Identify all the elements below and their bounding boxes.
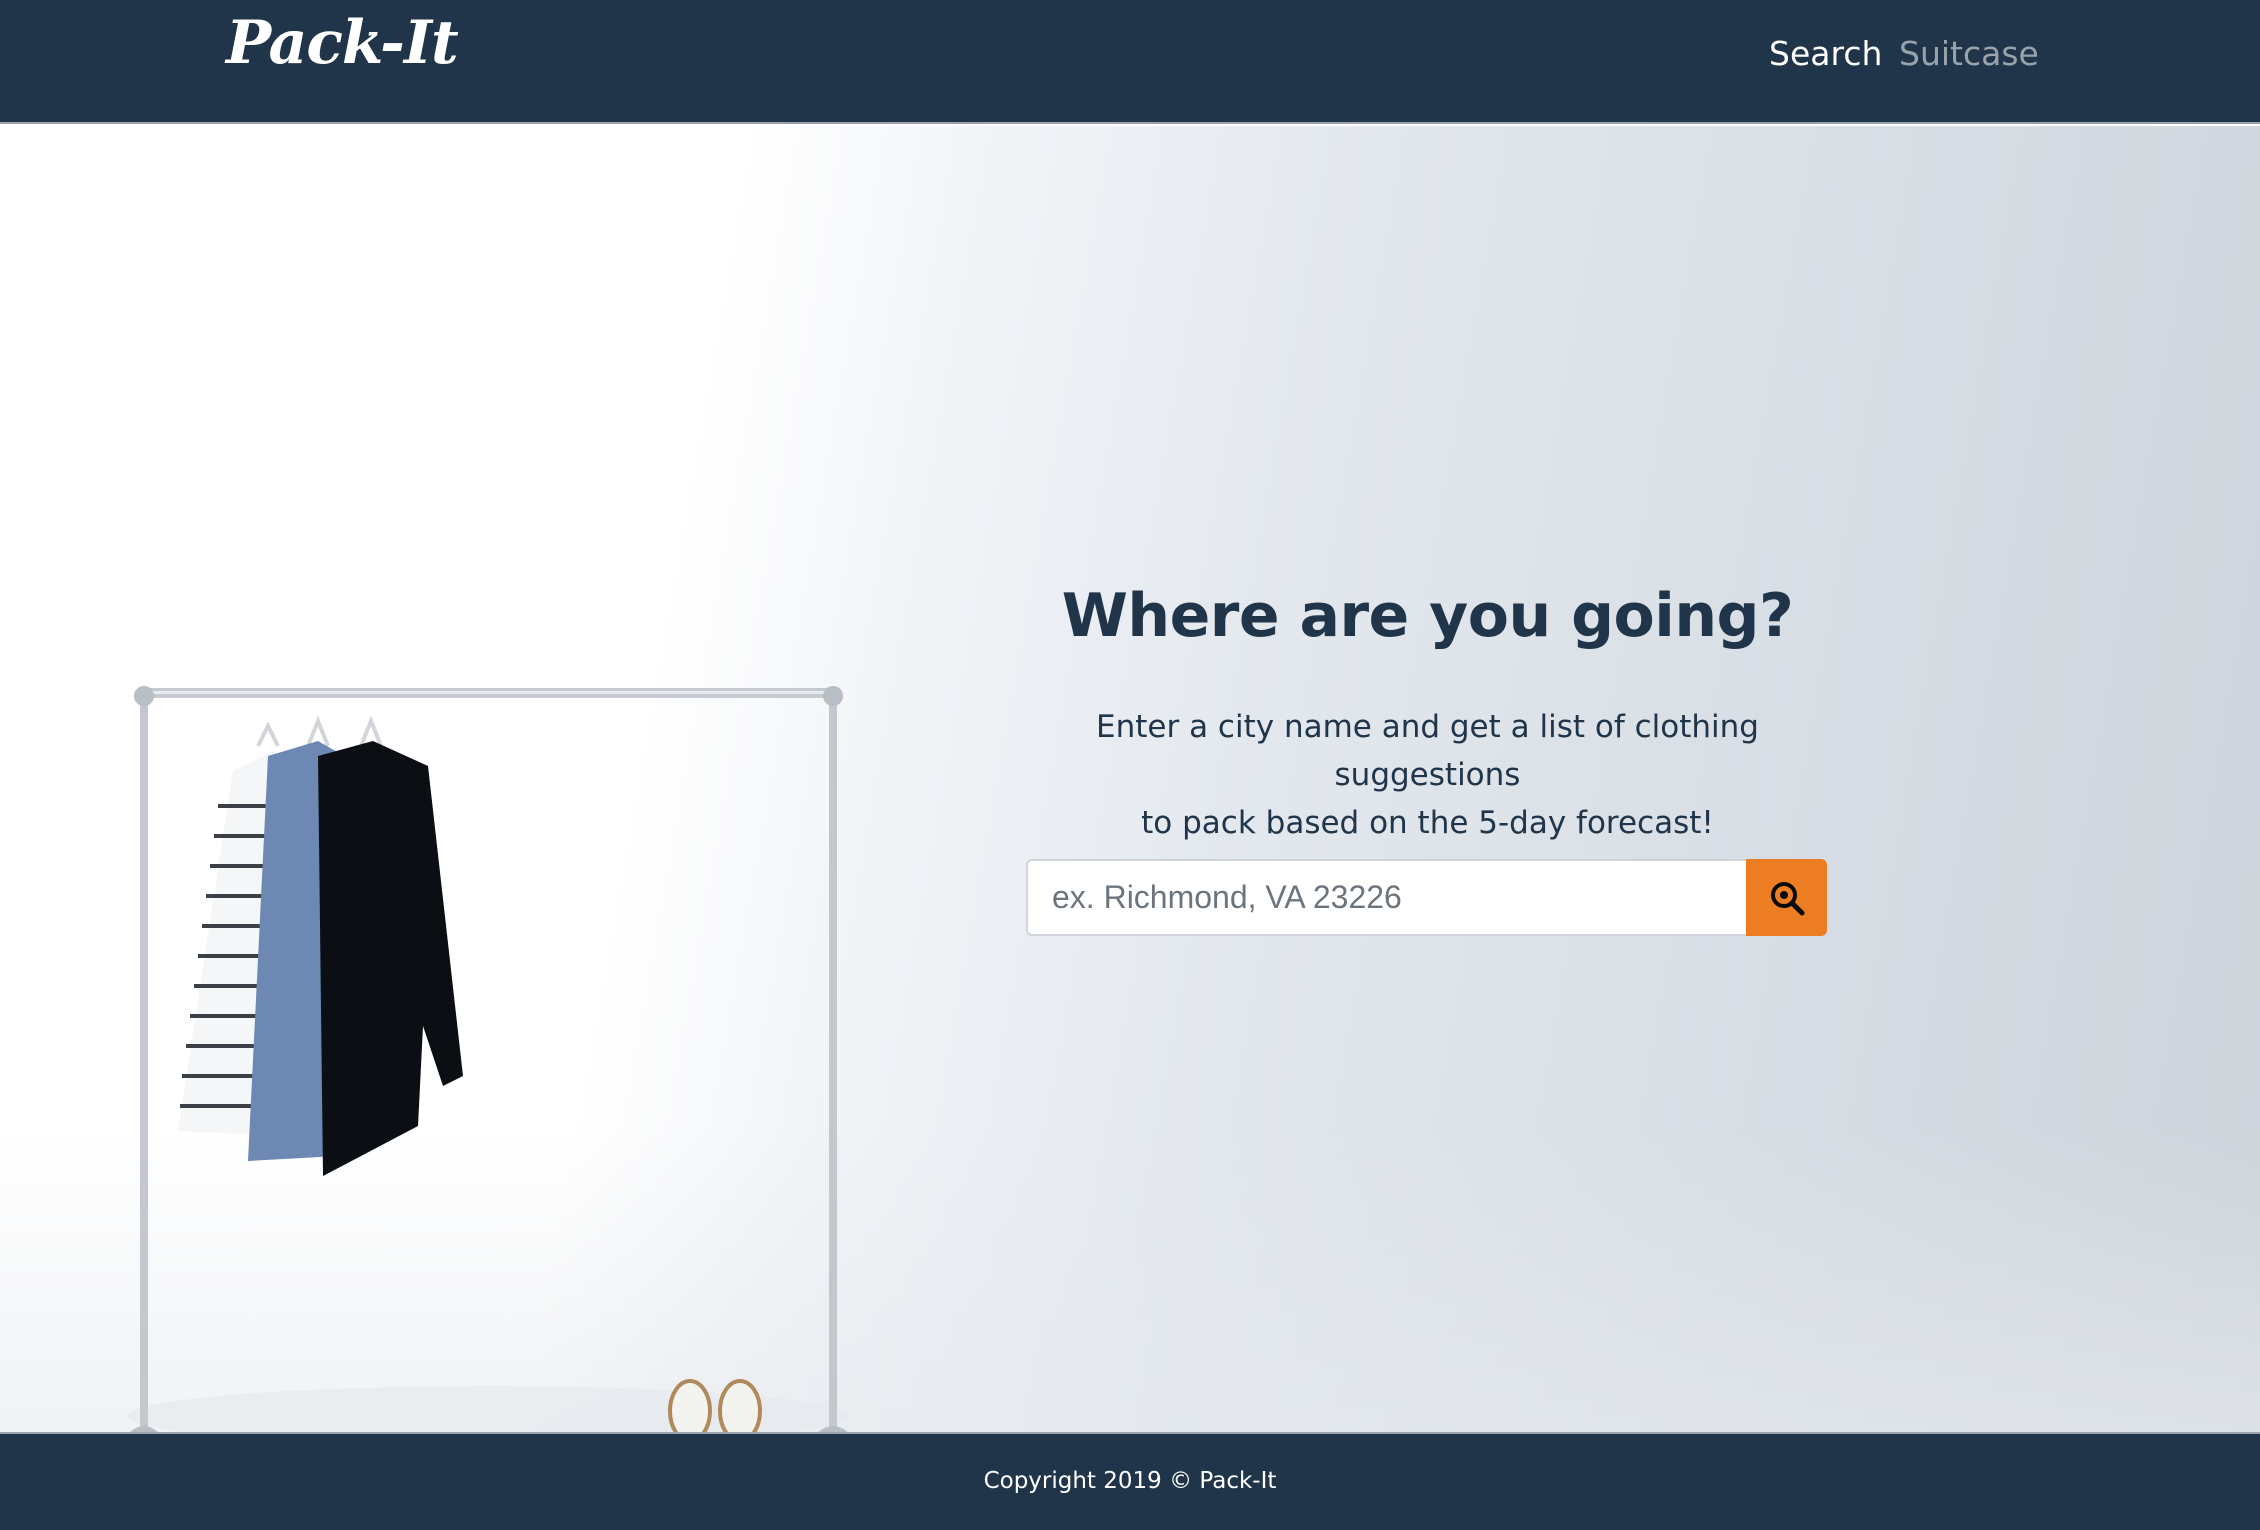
nav-link-suitcase[interactable]: Suitcase [1899,34,2039,73]
hero-subtitle: Enter a city name and get a list of clot… [1020,703,1835,847]
hero-content: Where are you going? Enter a city name a… [1020,581,1835,847]
nav-link-search[interactable]: Search [1769,34,1882,73]
clothing-rack-image [128,686,848,1432]
hero-section: Where are you going? Enter a city name a… [0,126,2260,1432]
copyright-text: Copyright 2019 © Pack-It [983,1468,1277,1494]
hero-title: Where are you going? [1061,581,1794,651]
search-button[interactable] [1746,859,1827,936]
hero-subtitle-line1: Enter a city name and get a list of clot… [1096,709,1759,793]
top-navbar: Pack-It Search Suitcase [0,0,2260,124]
city-search-input[interactable] [1026,859,1746,936]
hero-subtitle-line2: to pack based on the 5-day forecast! [1141,805,1714,841]
city-search-form [1026,859,1827,936]
brand-logo[interactable]: Pack-It [226,8,459,78]
search-zoom-icon [1770,881,1804,915]
page-footer: Copyright 2019 © Pack-It [0,1432,2260,1530]
